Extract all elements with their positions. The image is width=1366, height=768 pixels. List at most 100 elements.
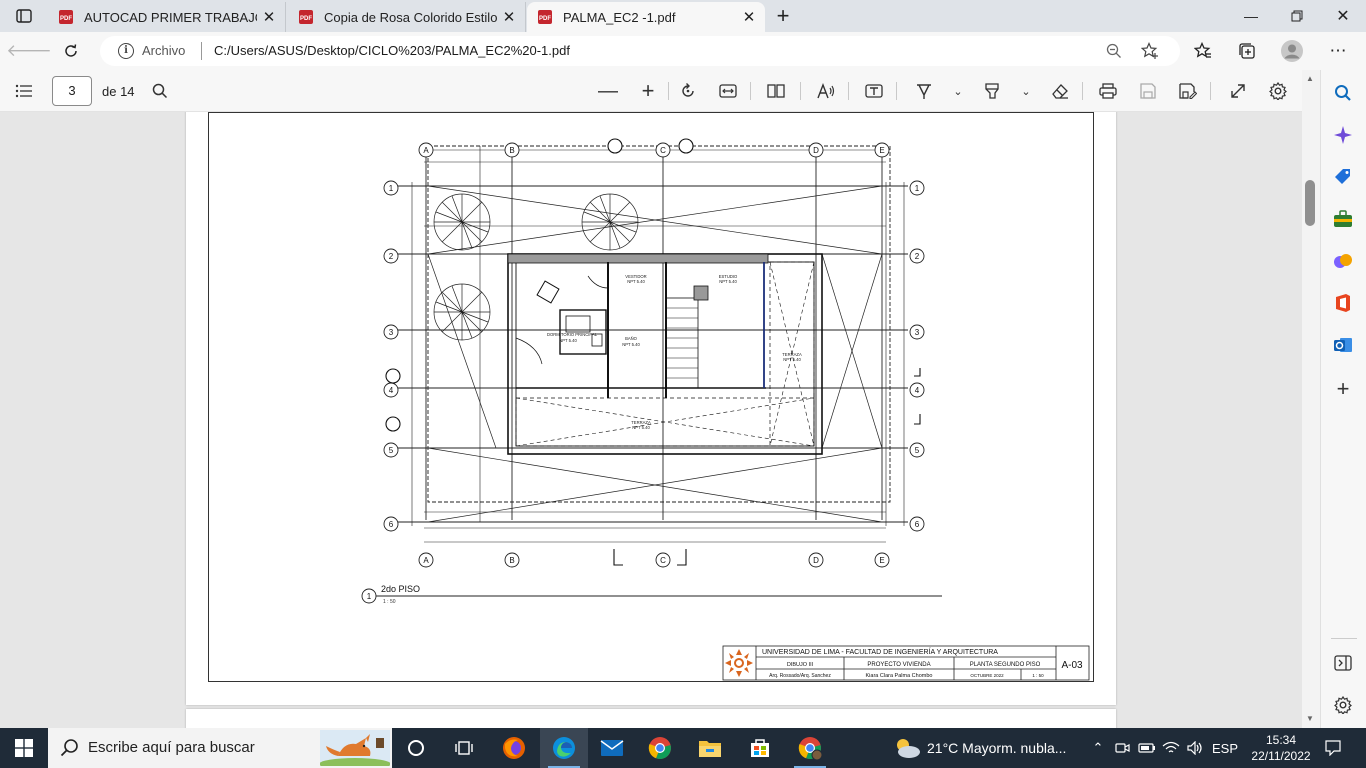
add-text-icon[interactable] [862,79,886,103]
grid-label: B [509,556,514,565]
collections-icon[interactable] [1232,37,1262,65]
page-view-icon[interactable] [764,79,788,103]
chevron-down-icon[interactable]: ⌄ [1014,79,1038,103]
zoom-out-icon[interactable] [1104,42,1124,60]
file-explorer-icon[interactable] [686,728,734,768]
games-icon[interactable] [1332,250,1354,272]
scrollbar-thumb[interactable] [1305,180,1315,226]
start-button[interactable] [0,728,48,768]
taskbar-search-input[interactable]: Escribe aquí para buscar [48,728,392,768]
minimize-button[interactable]: — [1228,0,1274,32]
print-icon[interactable] [1096,79,1120,103]
settings-gear-icon[interactable] [1266,79,1290,103]
close-icon[interactable]: ✕ [257,5,281,29]
zoom-in-icon[interactable]: + [636,78,660,103]
divider [750,82,751,100]
close-icon[interactable]: ✕ [737,5,761,29]
add-sidebar-app-icon[interactable]: + [1332,376,1354,401]
grid-label: 2 [915,252,920,261]
fullscreen-icon[interactable] [1226,79,1250,103]
title-block-course: DIBUJO III [787,662,814,668]
page-number-input[interactable]: 3 [52,76,92,106]
view-title: 2do PISO [381,584,420,594]
hide-sidebar-icon[interactable] [1332,652,1354,674]
chrome-icon[interactable] [636,728,684,768]
grid-label: E [879,146,884,155]
copilot-sparkle-icon[interactable] [1332,124,1354,146]
weather-widget[interactable]: 21°C Mayorm. nubla... [893,728,1066,768]
more-options-icon[interactable]: ⋯ [1323,37,1353,65]
volume-icon[interactable] [1184,728,1206,768]
store-icon[interactable] [736,728,784,768]
cortana-icon[interactable] [392,728,440,768]
tab-autocad[interactable]: PDF AUTOCAD PRIMER TRABAJO.pdf ✕ [48,2,286,32]
vertical-scrollbar[interactable]: ▲ ▼ [1302,70,1320,728]
edge-sidebar: + [1320,70,1366,728]
fit-to-width-icon[interactable] [716,79,740,103]
chevron-down-icon[interactable]: ⌄ [946,79,970,103]
draw-icon[interactable] [912,79,936,103]
grid-label: C [660,146,666,155]
tab-rosa[interactable]: PDF Copia de Rosa Colorido Estilo Se ✕ [288,2,526,32]
close-window-button[interactable]: ✕ [1320,0,1366,32]
show-hidden-icons-chevron-up-icon[interactable]: ⌃ [1088,728,1108,768]
grid-label: A [423,556,429,565]
restore-button[interactable] [1274,0,1320,32]
pdf-file-icon: PDF [59,10,73,24]
firefox-icon[interactable] [490,728,538,768]
clock[interactable]: 15:34 22/11/2022 [1250,732,1312,764]
pdf-file-icon: PDF [538,10,552,24]
shopping-tag-icon[interactable] [1332,166,1354,188]
meet-now-icon[interactable] [1112,728,1132,768]
zoom-out-icon[interactable]: — [596,79,620,103]
view-scale: 1 : 50 [383,599,396,605]
save-as-icon[interactable] [1176,79,1200,103]
eraser-icon[interactable] [1048,79,1072,103]
battery-icon[interactable] [1136,728,1158,768]
tab-palma[interactable]: PDF PALMA_EC2 -1.pdf ✕ [527,2,765,32]
task-view-icon[interactable] [440,728,488,768]
language-indicator[interactable]: ESP [1210,728,1240,768]
pdf-viewer[interactable]: A B C D E A B C D E 1 2 3 4 5 6 1 2 3 4 [0,112,1302,728]
search-icon[interactable] [1332,82,1354,104]
new-tab-button[interactable]: + [770,3,796,28]
mail-icon[interactable] [588,728,636,768]
search-icon[interactable] [148,79,172,103]
edge-icon[interactable] [540,728,588,768]
scroll-down-icon[interactable]: ▼ [1306,714,1314,723]
title-block-sheet-name: PLANTA SEGUNDO PISO [970,662,1041,668]
grid-label: E [879,556,884,565]
search-placeholder: Escribe aquí para buscar [88,739,255,756]
add-favorite-icon[interactable] [1140,42,1160,60]
scroll-up-icon[interactable]: ▲ [1306,74,1314,83]
outlook-icon[interactable] [1332,334,1354,356]
chrome-profile-icon[interactable] [786,728,834,768]
close-icon[interactable]: ✕ [497,5,521,29]
tab-actions-icon[interactable] [8,4,40,28]
info-icon[interactable]: i [118,43,134,59]
svg-text:PDF: PDF [60,16,72,22]
grid-label: 6 [915,520,920,529]
table-of-contents-icon[interactable] [12,79,36,103]
save-icon[interactable] [1136,79,1160,103]
grid-label: D [813,146,819,155]
address-bar[interactable]: i Archivo C:/Users/ASUS/Desktop/CICLO%20… [100,36,1180,66]
read-aloud-icon[interactable] [814,79,838,103]
wifi-icon[interactable] [1160,728,1182,768]
refresh-button[interactable] [56,37,86,65]
tab-title: AUTOCAD PRIMER TRABAJO.pdf [84,9,257,25]
sidebar-settings-gear-icon[interactable] [1332,694,1354,716]
url-text[interactable]: C:/Users/ASUS/Desktop/CICLO%203/PALMA_EC… [214,43,570,58]
notifications-icon[interactable] [1318,728,1348,768]
highlight-icon[interactable] [980,79,1004,103]
profile-avatar[interactable] [1277,37,1307,65]
rotate-icon[interactable] [676,79,700,103]
favorites-icon[interactable] [1188,37,1218,65]
grid-label: 5 [915,446,920,455]
site-label: Archivo [142,43,186,58]
tools-briefcase-icon[interactable] [1332,208,1354,230]
divider [1331,638,1357,639]
office-icon[interactable] [1332,292,1354,314]
back-button[interactable]: 🡐 [6,37,52,65]
grid-label: 1 [915,184,920,193]
